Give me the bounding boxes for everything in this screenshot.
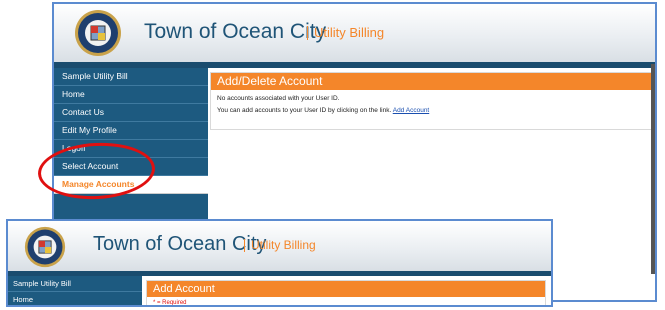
- required-note: * = Required: [153, 300, 187, 306]
- site-subtitle: Utility Billing: [251, 238, 316, 252]
- site-header: Town of Ocean City Utility Billing: [54, 4, 655, 62]
- panel-title: Add/Delete Account: [211, 73, 651, 90]
- sidebar-item-sample-utility-bill[interactable]: Sample Utility Bill: [8, 276, 142, 292]
- sidebar-item-home[interactable]: Home: [8, 292, 142, 305]
- sidebar-item-edit-profile[interactable]: Edit My Profile: [54, 122, 208, 140]
- add-account-screenshot: Town of Ocean City Utility Billing Sampl…: [6, 219, 553, 307]
- town-seal-icon: [24, 226, 66, 268]
- instruction-text: You can add accounts to your User ID by …: [217, 107, 392, 114]
- panel-title: Add Account: [147, 281, 545, 297]
- site-subtitle: Utility Billing: [314, 25, 385, 40]
- title-separator: [244, 239, 245, 252]
- right-edge-shadow: [651, 64, 655, 274]
- add-account-instruction: You can add accounts to your User ID by …: [211, 107, 651, 114]
- add-account-link[interactable]: Add Account: [393, 107, 430, 114]
- add-account-panel: Add Account * = Required: [146, 280, 546, 306]
- sidebar-item-contact-us[interactable]: Contact Us: [54, 104, 208, 122]
- title-separator: [307, 26, 308, 40]
- no-accounts-message: No accounts associated with your User ID…: [217, 95, 340, 102]
- site-title: Town of Ocean City: [93, 233, 267, 255]
- sidebar: Sample Utility Bill Home: [8, 276, 142, 305]
- town-seal-icon: [75, 10, 121, 56]
- site-header: Town of Ocean City Utility Billing: [8, 221, 551, 271]
- sidebar-item-home[interactable]: Home: [54, 86, 208, 104]
- sidebar-item-sample-utility-bill[interactable]: Sample Utility Bill: [54, 68, 208, 86]
- site-title: Town of Ocean City: [144, 20, 327, 43]
- add-delete-account-panel: Add/Delete Account No accounts associate…: [210, 72, 652, 130]
